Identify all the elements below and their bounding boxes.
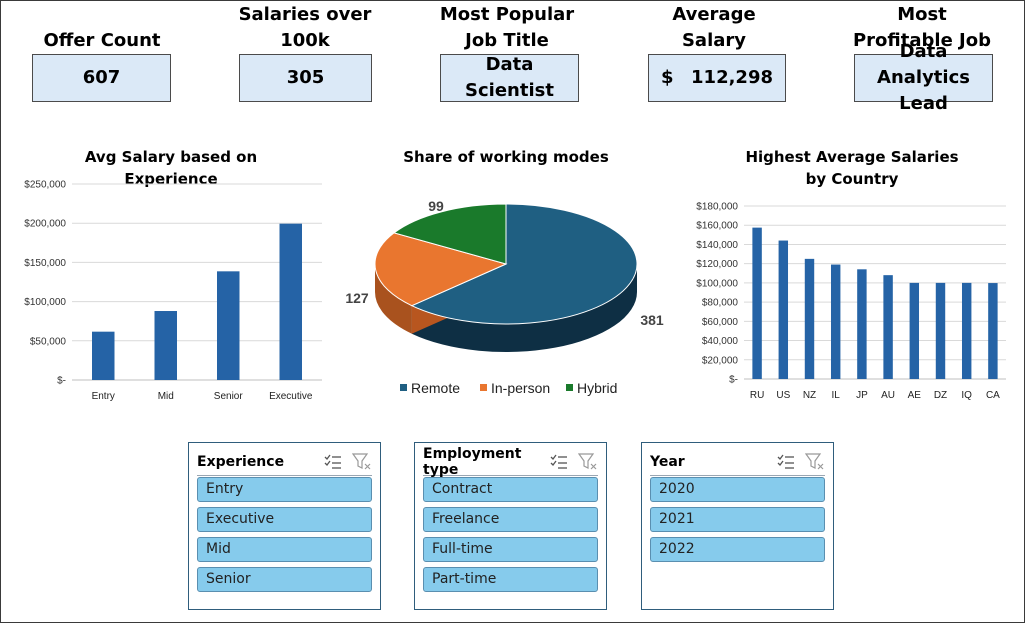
x-tick-label: IL — [832, 390, 841, 401]
x-tick-label: CA — [986, 390, 1000, 401]
multi-select-icon[interactable] — [324, 454, 342, 470]
chart-working-modes: 381 127 99 Remote In-person Hybrid — [345, 198, 664, 396]
slicer-experience-title: Experience — [197, 454, 285, 470]
x-tick-label: RU — [750, 390, 764, 401]
x-tick-label: Mid — [158, 391, 174, 402]
slicer-item-2021[interactable]: 2021 — [650, 507, 825, 532]
bar-au — [883, 275, 893, 379]
bar-iq — [961, 282, 972, 379]
y-tick-label: $- — [57, 376, 66, 387]
kpi-salaries-over-value: 305 — [239, 54, 372, 102]
slicer-year[interactable]: Year 2020 2021 2022 — [641, 442, 834, 610]
chart-experience: $- $50,000 $100,000 $150,000 $200,000 $250,00… — [24, 180, 322, 402]
pie-data-label: 99 — [428, 198, 444, 214]
pie-data-label: 381 — [640, 312, 664, 328]
slicer-year-title: Year — [650, 454, 685, 470]
y-tick-label: $140,000 — [696, 240, 738, 251]
kpi-popular-job-title: Most Popular Job Title — [439, 4, 575, 51]
legend-swatch-in-person — [480, 384, 487, 391]
bar-nz — [804, 258, 815, 379]
clear-filter-icon[interactable] — [805, 453, 825, 471]
x-tick-label: Executive — [269, 391, 313, 402]
chart-modes-title: Share of working modes — [403, 148, 609, 166]
x-tick-label: NZ — [803, 390, 816, 401]
x-tick-label: Entry — [92, 391, 115, 402]
legend-swatch-hybrid — [566, 384, 573, 391]
y-tick-label: $250,000 — [24, 180, 66, 191]
slicer-employment-type[interactable]: Employment type Contract Freelance Full-… — [414, 442, 607, 610]
y-tick-label: $200,000 — [24, 219, 66, 230]
bar-il — [830, 264, 841, 379]
bar-ru — [752, 227, 762, 379]
y-tick-label: $120,000 — [696, 259, 738, 270]
slicer-item-senior[interactable]: Senior — [197, 567, 372, 592]
x-tick-label: IQ — [961, 390, 972, 401]
kpi-offer-count-title: Offer Count — [43, 30, 161, 51]
y-tick-label: $160,000 — [696, 221, 738, 232]
bar-senior — [217, 271, 240, 380]
bar-ca — [988, 283, 998, 379]
slicer-employment-type-header: Employment type — [423, 446, 598, 478]
kpi-avg-salary-value-box: $ 112,298 — [648, 54, 786, 102]
pie-data-label: 127 — [345, 290, 369, 306]
clear-filter-icon[interactable] — [578, 453, 598, 471]
legend-swatch-remote — [400, 384, 407, 391]
kpi-popular-job-value: Data Scientist — [440, 54, 579, 102]
x-tick-label: JP — [856, 390, 868, 401]
x-tick-label: US — [776, 390, 790, 401]
slicer-item-freelance[interactable]: Freelance — [423, 507, 598, 532]
bar-dz — [935, 282, 946, 379]
slicer-item-part-time[interactable]: Part-time — [423, 567, 598, 592]
chart-country: $- $20,000 $40,000 $60,000 $80,000 $100,000 $1… — [696, 202, 1006, 401]
slicer-item-entry[interactable]: Entry — [197, 477, 372, 502]
bar-entry — [92, 331, 115, 380]
slicer-experience[interactable]: Experience Entry Executive Mid Senior — [188, 442, 381, 610]
slicer-year-header: Year — [650, 449, 825, 476]
legend-label: In-person — [491, 380, 550, 396]
slicer-item-full-time[interactable]: Full-time — [423, 537, 598, 562]
slicer-item-mid[interactable]: Mid — [197, 537, 372, 562]
kpi-avg-salary-currency: $ — [661, 67, 674, 88]
slicer-item-2022[interactable]: 2022 — [650, 537, 825, 562]
bar-us — [778, 240, 789, 379]
slicer-item-executive[interactable]: Executive — [197, 507, 372, 532]
kpi-profitable-job-value: Data Analytics Lead — [854, 41, 993, 114]
multi-select-icon[interactable] — [777, 454, 795, 470]
slicer-experience-header: Experience — [197, 449, 372, 476]
slicer-item-contract[interactable]: Contract — [423, 477, 598, 502]
bar-ae — [909, 282, 920, 379]
x-tick-label: Senior — [214, 391, 244, 402]
clear-filter-icon[interactable] — [352, 453, 372, 471]
y-tick-label: $80,000 — [702, 298, 739, 309]
y-tick-label: $40,000 — [702, 336, 739, 347]
kpi-avg-salary-value: 112,298 — [691, 67, 773, 88]
y-tick-label: $180,000 — [696, 202, 738, 213]
y-tick-label: $20,000 — [702, 355, 739, 366]
y-tick-label: $- — [729, 375, 738, 386]
x-tick-label: AE — [908, 390, 922, 401]
y-tick-label: $150,000 — [24, 258, 66, 269]
legend-label: Remote — [411, 380, 460, 396]
x-tick-label: AU — [881, 390, 895, 401]
legend-label: Hybrid — [577, 380, 617, 396]
y-tick-label: $60,000 — [702, 317, 739, 328]
y-tick-label: $50,000 — [30, 336, 67, 347]
bar-jp — [857, 269, 867, 379]
x-tick-label: DZ — [934, 390, 947, 401]
bar-executive — [279, 223, 302, 380]
y-tick-label: $100,000 — [696, 278, 738, 289]
chart-country-title: Highest Average Salaries by Country — [745, 148, 959, 188]
kpi-salaries-over-title: Salaries over 100k — [238, 4, 372, 51]
bar-mid — [154, 311, 177, 380]
kpi-offer-count-value: 607 — [32, 54, 171, 102]
y-tick-label: $100,000 — [24, 297, 66, 308]
slicer-item-2020[interactable]: 2020 — [650, 477, 825, 502]
multi-select-icon[interactable] — [550, 454, 568, 470]
kpi-avg-salary-title: Average Salary — [672, 4, 756, 51]
slicer-employment-type-title: Employment type — [423, 446, 522, 478]
